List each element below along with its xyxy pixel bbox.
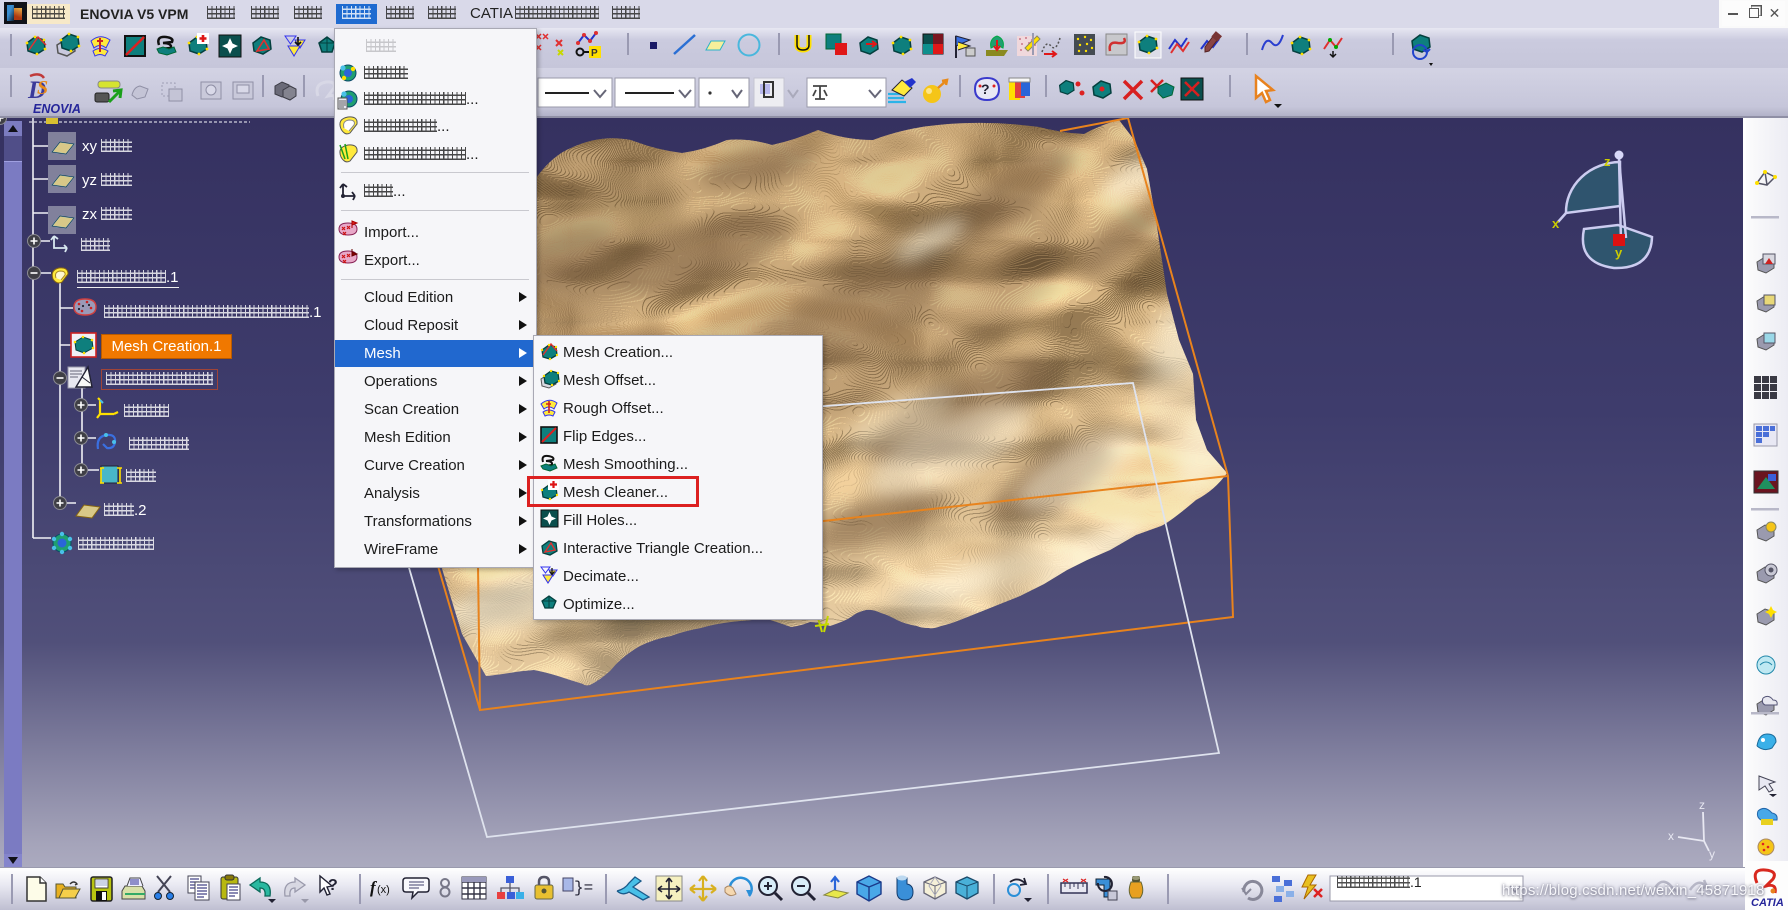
svg-text:P: P — [591, 48, 598, 59]
svg-text:y: y — [1615, 245, 1623, 260]
svg-text:?: ? — [981, 81, 990, 97]
svg-text:z: z — [1699, 798, 1705, 812]
svg-text:(x): (x) — [377, 884, 390, 896]
svg-text:ENOVIA: ENOVIA — [33, 102, 81, 116]
svg-text:z: z — [1604, 154, 1611, 169]
svg-text:?: ? — [328, 877, 338, 894]
svg-text:x: x — [1668, 829, 1674, 843]
svg-text:y: y — [1709, 847, 1715, 861]
svg-text:S: S — [37, 77, 48, 99]
svg-text:x: x — [1552, 216, 1560, 231]
svg-text:}=: }= — [574, 879, 593, 897]
